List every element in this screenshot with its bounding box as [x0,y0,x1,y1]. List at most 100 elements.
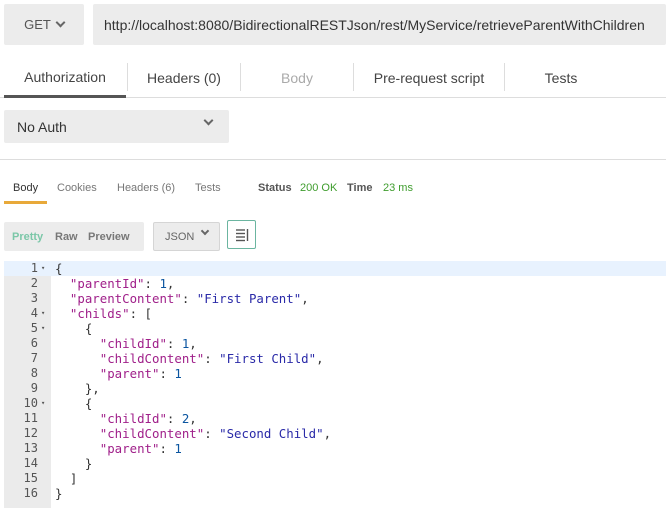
tab-pre-request-script[interactable]: Pre-request script [354,58,504,98]
line-number: 9 [30,381,38,395]
method-label: GET [24,17,51,32]
code-line: 9 }, [4,381,666,396]
tab-response-headers[interactable]: Headers (6) [117,178,175,204]
code-token: : [204,426,220,441]
code-line: 8 "parent": 1 [4,366,666,381]
code-token: "parent" [99,441,160,456]
tab-headers[interactable]: Headers (0) [128,58,240,98]
code-line: 2 "parentId": 1, [4,276,666,291]
raw-button[interactable]: Raw [55,222,78,251]
line-number: 8 [30,366,38,380]
code-token: 1 [174,366,182,381]
code-token: , [166,276,175,291]
code-line: 12 "childContent": "Second Child", [4,426,666,441]
tab-tests[interactable]: Tests [505,58,617,98]
code-text: "childContent": "First Child", [55,351,324,366]
line-number: 16 [23,486,38,500]
line-number: 2 [30,276,38,290]
status-value: 200 OK [300,182,338,194]
format-label: JSON [165,230,195,243]
fold-toggle-icon[interactable]: ▾ [41,306,45,321]
code-token: { [55,396,93,411]
code-token: : [181,291,197,306]
code-token: : [159,441,175,456]
code-text: "parentContent": "First Parent", [55,291,309,306]
fold-toggle-icon[interactable]: ▾ [41,396,45,411]
code-text: "childContent": "Second Child", [55,426,331,441]
code-text: "childId": 2, [55,411,197,426]
code-token: , [301,291,309,306]
method-dropdown[interactable]: GET [4,4,84,45]
code-line: 7 "childContent": "First Child", [4,351,666,366]
request-tabs: Authorization Headers (0) Body Pre-reque… [0,58,666,98]
wrap-lines-button[interactable] [227,220,256,249]
tab-response-body[interactable]: Body [4,178,48,204]
fold-toggle-icon[interactable]: ▾ [41,261,45,276]
line-number: 11 [23,411,38,425]
code-line: 14 } [4,456,666,471]
code-line: 10 ▾ { [4,396,666,411]
tab-cookies[interactable]: Cookies [57,178,97,204]
code-token: { [55,261,63,276]
line-number: 10 [23,396,38,410]
tab-authorization[interactable]: Authorization [4,58,126,98]
line-number: 1 [30,261,38,275]
auth-type-label: No Auth [17,118,67,135]
code-token: : [204,351,220,366]
format-dropdown[interactable]: JSON [153,222,220,251]
code-text: } [55,456,92,471]
code-text: }, [55,381,100,396]
tab-body[interactable]: Body [241,58,353,98]
code-token: "Second Child" [219,426,324,441]
code-line: 15 ] [4,471,666,486]
preview-button[interactable]: Preview [88,222,130,251]
code-line: 3 "parentContent": "First Parent", [4,291,666,306]
response-body-editor[interactable]: 1 ▾{2 "parentId": 1, 3 "parentContent": "F… [4,261,666,508]
url-input[interactable]: http://localhost:8080/BidirectionalRESTJ… [93,4,666,45]
code-token: "parentId" [69,276,145,291]
code-token: { [55,321,93,336]
code-token: : [159,366,175,381]
code-token: : [166,336,182,351]
code-line: 16} [4,486,666,501]
status-label: Status [258,182,292,194]
line-number: 13 [23,441,38,455]
pretty-button[interactable]: Pretty [12,222,43,251]
code-token: "childId" [99,411,167,426]
code-text: "childs": [ [55,306,152,321]
code-text: "parent": 1 [55,366,182,381]
code-token: , [189,336,197,351]
code-text: } [55,486,62,501]
line-number: 5 [30,321,38,335]
line-number: 6 [30,336,38,350]
code-token: "First Child" [219,351,317,366]
code-token: "First Parent" [196,291,302,306]
auth-type-dropdown[interactable]: No Auth [4,110,229,143]
line-number: 3 [30,291,38,305]
code-line: 4 ▾ "childs": [ [4,306,666,321]
code-line: 11 "childId": 2, [4,411,666,426]
view-mode-group: Pretty Raw Preview [4,222,144,251]
code-text: { [55,261,62,276]
code-token: , [189,411,197,426]
request-bar: GET http://localhost:8080/BidirectionalR… [4,4,666,45]
tab-response-tests[interactable]: Tests [195,178,221,204]
code-token: ] [55,471,78,486]
fold-toggle-icon[interactable]: ▾ [41,321,45,336]
time-value: 23 ms [383,182,413,194]
code-token: } [55,456,93,471]
code-token: } [55,486,63,501]
code-text: "parent": 1 [55,441,182,456]
code-line: 6 "childId": 1, [4,336,666,351]
code-token: "parent" [99,366,160,381]
code-text: { [55,321,92,336]
code-text: { [55,396,92,411]
